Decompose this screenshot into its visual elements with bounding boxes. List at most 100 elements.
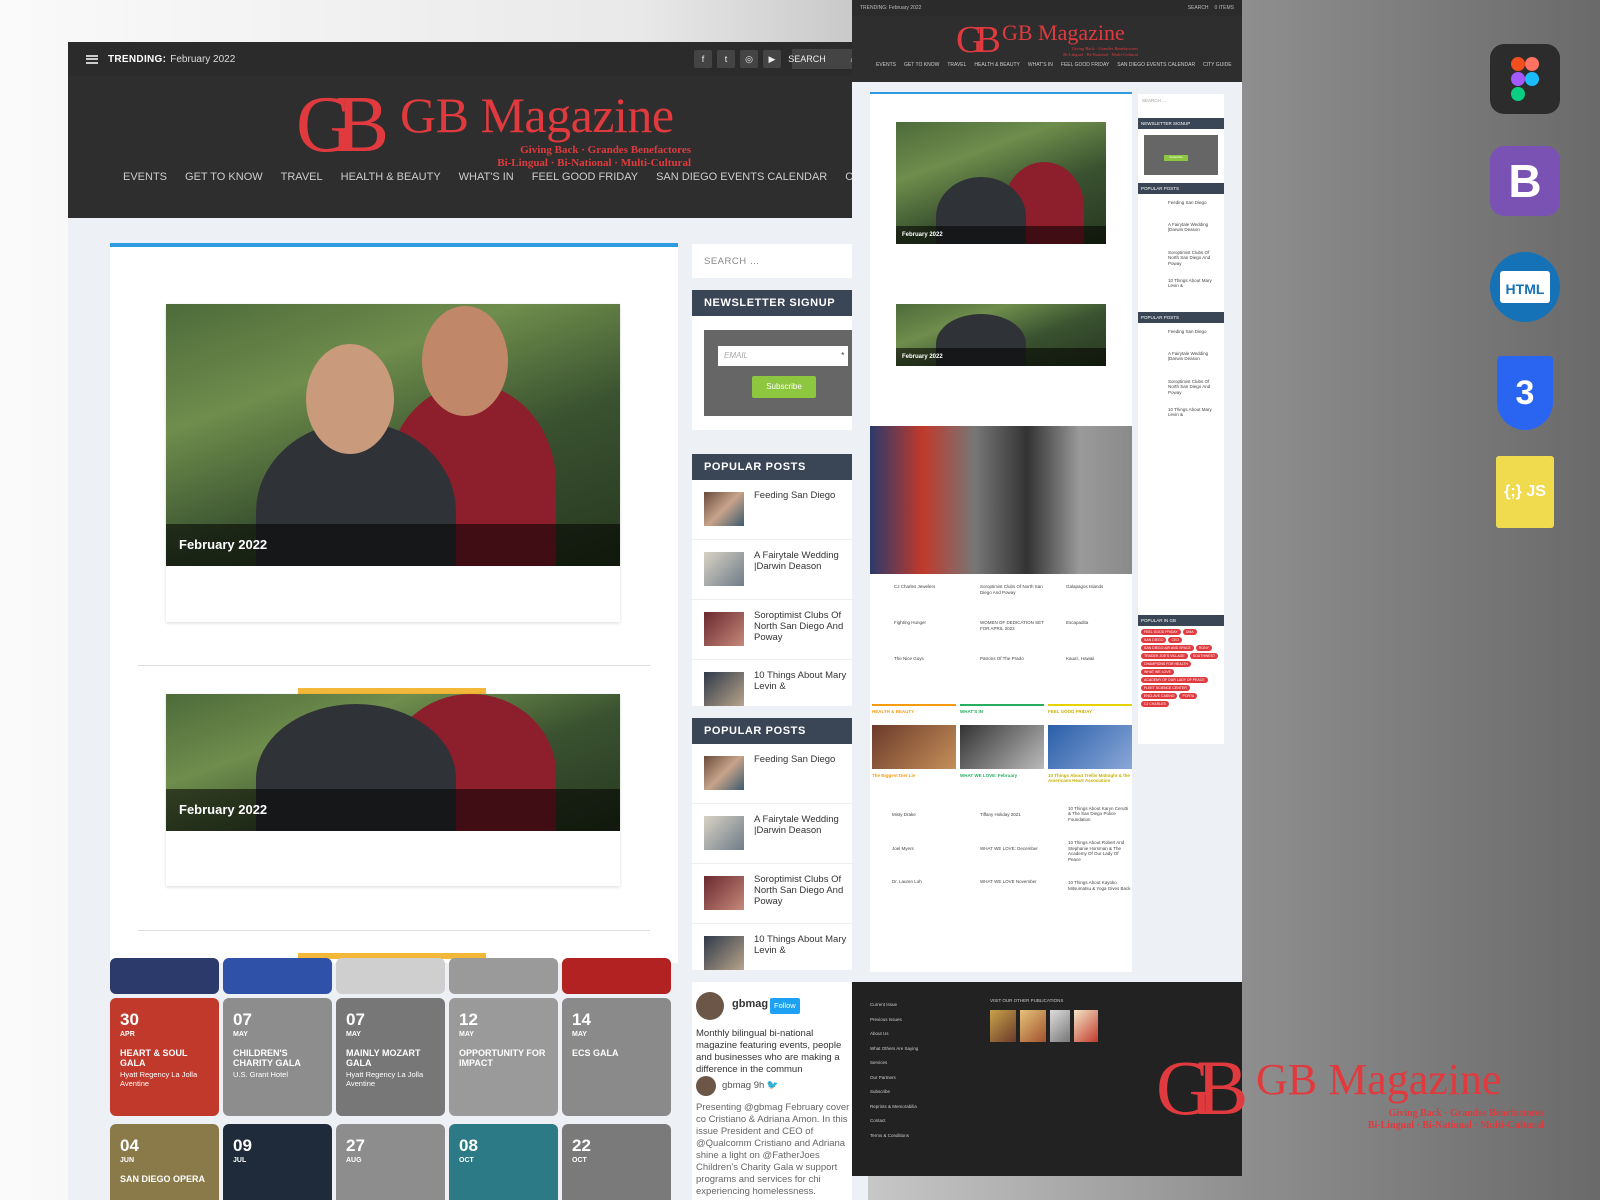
event-tile[interactable] [449,958,558,994]
mini-caption[interactable]: February 2022 [896,226,1106,244]
tag[interactable]: CHAMPIONS FOR HEALTH [1141,660,1192,667]
nav-feel-good-friday[interactable]: FEEL GOOD FRIDAY [532,171,638,183]
tag[interactable]: CEO [1168,636,1183,643]
tag-cloud: FEEL GOOD FRIDAY DMA SAN DIEGO CEO SAN DIEGO… [1138,626,1224,710]
tag[interactable]: FLEET SCIENCE CENTER [1141,684,1190,691]
mini-post-image[interactable]: February 2022 [896,304,1106,366]
post-caption[interactable]: February 2022 [166,789,620,831]
main-content: February 2022 February 2022 30 APR HEART… [68,218,868,1200]
menu-icon[interactable] [86,54,98,64]
events-row: 04 JUN SAN DIEGO OPERA 09 JUL 27 AUG 08 OCT 2… [110,1124,671,1200]
event-tile[interactable]: 22 OCT [562,1124,671,1200]
event-tile[interactable]: 14 MAY ECS GALA [562,998,671,1116]
popular-post[interactable]: Soroptimist Clubs Of North San Diego And… [692,600,852,660]
nav-events-calendar[interactable]: SAN DIEGO EVENTS CALENDAR [656,171,827,183]
nav-travel[interactable]: TRAVEL [281,171,323,183]
event-tile[interactable]: 12 MAY OPPORTUNITY FOR IMPACT [449,998,558,1116]
twitter-handle[interactable]: gbmag [732,998,768,1010]
event-tile[interactable]: 07 MAY MAINLY MOZART GALA Hyatt Regency La… [336,998,445,1116]
footer-links: Current Issue Previous Issues About Us What… [870,1002,919,1138]
mini-nav-item[interactable]: GET TO KNOW [904,62,939,68]
event-tile[interactable] [110,958,219,994]
tag[interactable]: FEEL GOOD FRIDAY [1141,628,1181,635]
tag[interactable]: CJ CHARLES [1141,700,1169,707]
event-tile[interactable]: 30 APR HEART & SOUL GALA Hyatt Regency La … [110,998,219,1116]
mini-logo-monogram[interactable]: GB [956,18,1001,62]
subscribe-button[interactable]: Subscribe [752,376,816,398]
bootstrap-icon: B [1490,146,1560,216]
instagram-icon[interactable]: ◎ [740,50,758,68]
tag[interactable]: SOUTHWEST [1189,652,1219,659]
mini-cart[interactable]: 0 ITEMS [1215,5,1234,11]
logo-monogram[interactable]: GB [296,84,389,166]
publication-cover[interactable] [1074,1010,1098,1042]
mini-nav-item[interactable]: HEALTH & BEAUTY [974,62,1019,68]
mini-post-image[interactable]: February 2022 [896,122,1106,244]
post-image[interactable]: February 2022 [166,304,620,566]
tag[interactable]: SAN DIEGO [1141,636,1167,643]
mini-subscribe-button[interactable]: Subscribe [1164,154,1188,161]
mini-nav-item[interactable]: FEEL GOOD FRIDAY [1061,62,1109,68]
logo-name[interactable]: GB Magazine [400,86,674,144]
mini-nav-item[interactable]: SAN DIEGO EVENTS CALENDAR [1117,62,1195,68]
publication-cover[interactable] [990,1010,1016,1042]
post-image[interactable]: February 2022 [166,694,620,831]
popular-post[interactable]: 10 Things About Mary Levin & [692,924,852,970]
event-tile[interactable] [562,958,671,994]
tag[interactable]: TRADER JOE'S VILLAGE [1141,652,1188,659]
facebook-icon[interactable]: f [694,50,712,68]
widget-title: NEWSLETTER SIGNUP [692,290,852,316]
post-caption[interactable]: February 2022 [166,524,620,566]
mini-events-grid[interactable] [870,426,1132,574]
post-card[interactable]: February 2022 [166,694,620,886]
mini-content: February 2022 February 2022 CJ Charles J… [852,82,1242,982]
twitter-icon[interactable]: t [717,50,735,68]
mini-nav-item[interactable]: EVENTS [876,62,896,68]
tag[interactable]: PORTA [1179,692,1198,699]
popular-post[interactable]: Feeding San Diego [692,480,852,540]
tag[interactable]: DMA [1182,628,1197,635]
mini-nav-item[interactable]: WHAT'S IN [1028,62,1053,68]
event-tile[interactable] [223,958,332,994]
popular-post[interactable]: A Fairytale Wedding |Darwin Deason [692,804,852,864]
sidebar-search-input[interactable]: SEARCH … [692,244,852,278]
post-card-stack [138,930,650,960]
youtube-icon[interactable]: ▶ [763,50,781,68]
nav-whats-in[interactable]: WHAT'S IN [459,171,514,183]
popular-post[interactable]: Soroptimist Clubs Of North San Diego And… [692,864,852,924]
event-tile[interactable]: 07 MAY CHILDREN'S CHARITY GALA U.S. Grant … [223,998,332,1116]
lockup-name: GB Magazine [1256,1055,1502,1104]
event-tile[interactable]: 09 JUL [223,1124,332,1200]
mini-search-input[interactable]: SEARCH … [1138,94,1224,108]
popular-post[interactable]: Feeding San Diego [692,744,852,804]
nav-events[interactable]: EVENTS [123,171,167,183]
popular-post[interactable]: A Fairytale Wedding |Darwin Deason [692,540,852,600]
mini-trending[interactable]: TRENDING: February 2022 [860,5,921,11]
event-tile[interactable]: 08 OCT [449,1124,558,1200]
tag[interactable]: RONY [1195,644,1212,651]
mini-caption[interactable]: February 2022 [896,348,1106,366]
avatar [696,1076,716,1096]
event-tile[interactable]: 04 JUN SAN DIEGO OPERA [110,1124,219,1200]
tag[interactable]: WHAT WE LOVE [1141,668,1174,675]
email-field[interactable]: EMAIL * [718,346,848,366]
post-card[interactable]: February 2022 [166,304,620,622]
event-tile[interactable]: 27 AUG [336,1124,445,1200]
figma-icon [1490,44,1560,114]
mini-nav-item[interactable]: CITY GUIDE [1203,62,1232,68]
publication-cover[interactable] [1050,1010,1070,1042]
follow-button[interactable]: Follow [770,998,800,1014]
avatar[interactable] [696,992,724,1020]
trending-value[interactable]: February 2022 [170,54,235,65]
tag[interactable]: SAN DIEGO AIR AND SPACE [1141,644,1194,651]
mini-logo-name[interactable]: GB Magazine [1002,20,1125,46]
publication-cover[interactable] [1020,1010,1046,1042]
nav-health-beauty[interactable]: HEALTH & BEAUTY [341,171,441,183]
tag[interactable]: ACADEMY OF OUR LADY OF PEACE [1141,676,1208,683]
mini-nav-item[interactable]: TRAVEL [947,62,966,68]
nav-get-to-know[interactable]: GET TO KNOW [185,171,263,183]
mini-search[interactable]: SEARCH [1188,5,1209,11]
event-tile[interactable] [336,958,445,994]
tag[interactable]: ENCLAVE CASINO [1141,692,1178,699]
popular-post[interactable]: 10 Things About Mary Levin & [692,660,852,706]
